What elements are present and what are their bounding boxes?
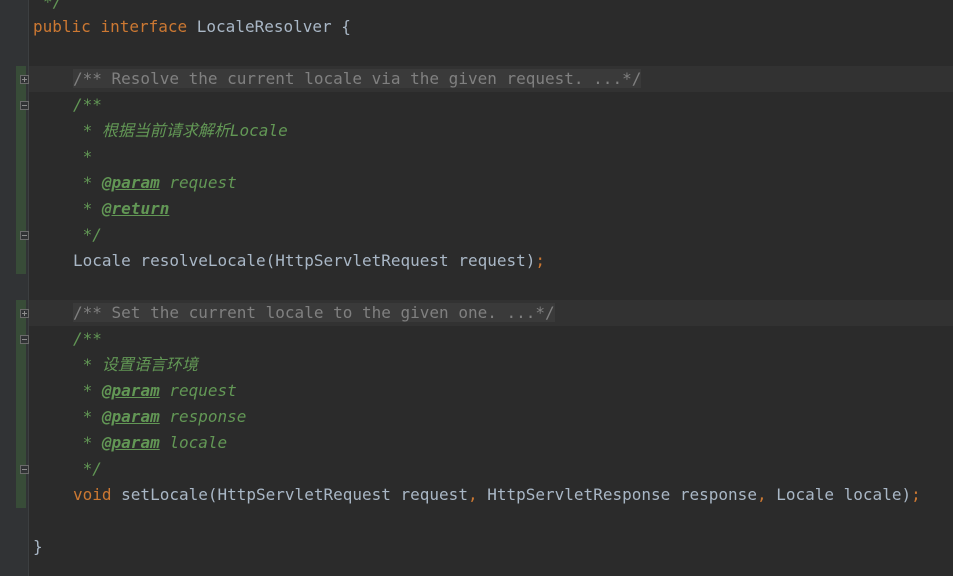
doc-close: */ <box>73 459 102 478</box>
doc-star: * <box>73 199 102 218</box>
keyword-void: void <box>73 485 112 504</box>
doc-description: * 设置语言环境 <box>73 355 198 374</box>
signature-part: Locale locale) <box>766 485 912 504</box>
method-signature: Locale resolveLocale(HttpServletRequest … <box>73 248 545 274</box>
doc-blank: * <box>73 147 93 166</box>
keyword-interface: interface <box>100 17 188 36</box>
interface-name: LocaleResolver <box>196 17 332 36</box>
method-signature-text: Locale resolveLocale(HttpServletRequest … <box>73 251 536 270</box>
folded-doc-text[interactable]: /** Resolve the current locale via the g… <box>73 69 642 88</box>
doc-param-line: * @param locale <box>73 430 228 456</box>
change-marker <box>16 300 26 508</box>
method-signature: void setLocale(HttpServletRequest reques… <box>73 482 921 508</box>
doc-param-name: request <box>159 381 237 400</box>
semicolon: ; <box>535 251 546 270</box>
doc-star: * <box>73 407 102 426</box>
comment-end: */ <box>43 0 63 11</box>
interface-declaration: public interface LocaleResolver { <box>33 14 351 40</box>
doc-star: * <box>73 381 102 400</box>
open-brace: { <box>341 17 351 36</box>
doc-tag-param: @param <box>101 381 160 400</box>
doc-param-line: * @param request <box>73 170 237 196</box>
doc-param-line: * @param request <box>73 378 237 404</box>
doc-open: /** <box>73 95 102 114</box>
fold-expand-icon[interactable] <box>20 75 29 84</box>
folded-doc-text[interactable]: /** Set the current locale to the given … <box>73 303 555 322</box>
doc-close: */ <box>73 225 102 244</box>
doc-param-name: locale <box>159 433 228 452</box>
signature-part: HttpServletResponse response <box>477 485 757 504</box>
doc-return-line: * @return <box>73 196 170 222</box>
folded-doc-comment[interactable]: /** Set the current locale to the given … <box>73 300 555 326</box>
change-marker <box>16 66 26 274</box>
fold-expand-icon[interactable] <box>20 309 29 318</box>
doc-param-name: response <box>159 407 247 426</box>
doc-tag-param: @param <box>101 407 160 426</box>
doc-param-line: * @param response <box>73 404 247 430</box>
doc-param-name: request <box>159 173 237 192</box>
doc-open: /** <box>73 329 102 348</box>
fold-collapse-icon[interactable] <box>20 101 29 110</box>
doc-star: * <box>73 433 102 452</box>
comma: , <box>467 485 478 504</box>
fold-collapse-icon[interactable] <box>20 231 29 240</box>
doc-star: * <box>73 173 102 192</box>
fold-collapse-icon[interactable] <box>20 335 29 344</box>
semicolon: ; <box>911 485 921 504</box>
doc-tag-return: @return <box>101 199 170 218</box>
signature-part: setLocale(HttpServletRequest request <box>111 485 468 504</box>
doc-tag-param: @param <box>101 433 160 452</box>
fold-collapse-icon[interactable] <box>20 465 29 474</box>
folded-doc-comment[interactable]: /** Resolve the current locale via the g… <box>73 66 642 92</box>
code-line: */ <box>33 0 62 15</box>
keyword-public: public <box>33 17 91 36</box>
close-brace: } <box>33 537 43 556</box>
comma: , <box>756 485 767 504</box>
doc-tag-param: @param <box>101 173 160 192</box>
doc-description: * 根据当前请求解析Locale <box>73 121 288 140</box>
